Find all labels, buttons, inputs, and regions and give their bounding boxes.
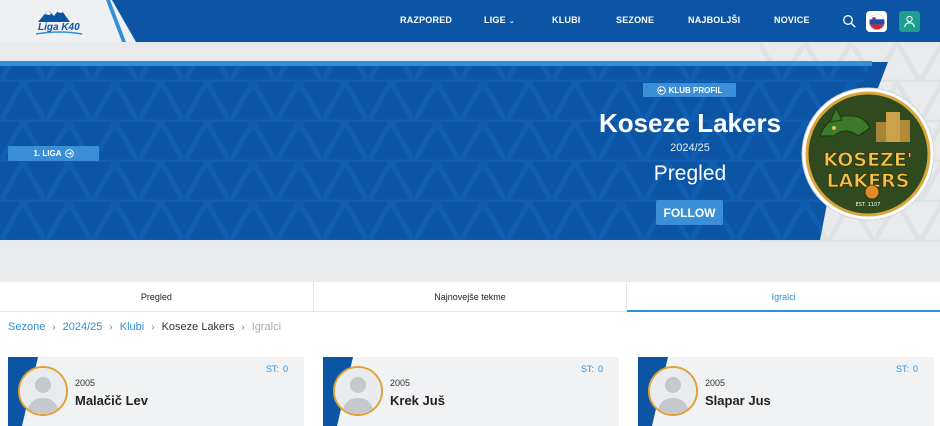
avatar-placeholder-icon <box>650 368 696 414</box>
user-account-button[interactable] <box>899 11 920 32</box>
league-badge-label: 1. LIGA <box>33 149 62 158</box>
user-icon <box>904 15 915 28</box>
breadcrumb-club[interactable]: Koseze Lakers <box>162 321 235 333</box>
player-st-value: 0 <box>597 364 603 374</box>
club-name-heading: Koseze Lakers <box>598 108 782 138</box>
chevron-right-icon: › <box>52 321 56 333</box>
hero-banner <box>0 42 940 242</box>
player-st-label: ST: <box>265 364 279 374</box>
breadcrumb: Sezone › 2024/25 › Klubi › Koseze Lakers… <box>8 320 281 334</box>
tab-najnovejse-tekme[interactable]: Najnovejše tekme <box>314 282 628 311</box>
chevron-right-icon: › <box>151 321 155 333</box>
player-name: Malačič Lev <box>75 393 148 408</box>
breadcrumb-klubi[interactable]: Klubi <box>120 321 144 333</box>
follow-button[interactable]: FOLLOW <box>656 200 723 225</box>
nav-item-razpored[interactable]: RAZPORED <box>400 15 452 25</box>
club-logo-est: EST. 1107 <box>856 202 881 208</box>
nav-item-novice[interactable]: NOVICE <box>774 15 810 25</box>
tab-bar: Pregled Najnovejše tekme Igralci <box>0 282 940 312</box>
club-logo: KOSEZE' LAKERS EST. 1107 <box>801 87 935 221</box>
nav-item-najboljsi[interactable]: NAJBOLJŠI <box>688 15 740 25</box>
tab-pregled[interactable]: Pregled <box>0 282 314 311</box>
player-card[interactable]: ST: 0 2005 Slapar Jus <box>638 357 934 426</box>
player-card[interactable]: ST: 0 2005 Malačič Lev <box>8 357 304 426</box>
club-profile-button[interactable]: KLUB PROFIL <box>643 83 736 97</box>
slovenia-flag-icon <box>868 13 885 30</box>
player-st-value: 0 <box>912 364 918 374</box>
chevron-down-icon: ⌄ <box>508 18 515 25</box>
player-st: ST: 0 <box>577 364 603 374</box>
chevron-right-icon: › <box>241 321 245 333</box>
avatar-placeholder-icon <box>20 368 66 414</box>
player-st-value: 0 <box>282 364 288 374</box>
player-st: ST: 0 <box>892 364 918 374</box>
search-icon[interactable] <box>842 14 856 28</box>
player-st-label: ST: <box>580 364 594 374</box>
nav-item-sezone[interactable]: SEZONE <box>616 15 654 25</box>
nav-item-lige-label: LIGE <box>484 15 506 25</box>
player-birth-year: 2005 <box>75 378 96 388</box>
avatar <box>18 366 68 416</box>
top-navigation-bar: Liga K40 RAZPORED LIGE ⌄ KLUBI SEZONE NAJ… <box>0 0 940 42</box>
player-name: Krek Juš <box>390 393 445 408</box>
nav-item-klubi[interactable]: KLUBI <box>552 15 581 25</box>
breadcrumb-current: Igralci <box>251 321 282 333</box>
avatar <box>333 366 383 416</box>
breadcrumb-season[interactable]: 2024/25 <box>63 321 103 333</box>
player-birth-year: 2005 <box>705 378 726 388</box>
season-label: 2024/25 <box>670 142 710 154</box>
arrow-circle-right-icon <box>64 149 74 158</box>
player-st: ST: 0 <box>262 364 288 374</box>
header-divider <box>96 0 136 42</box>
player-st-label: ST: <box>895 364 909 374</box>
logo-text: Liga K40 <box>38 22 80 33</box>
player-card[interactable]: ST: 0 2005 Krek Juš <box>323 357 619 426</box>
avatar-placeholder-icon <box>335 368 381 414</box>
section-title: Pregled <box>653 162 727 185</box>
arrow-circle-left-icon <box>656 85 666 95</box>
nav-item-lige[interactable]: LIGE ⌄ <box>484 15 515 25</box>
site-logo[interactable]: Liga K40 <box>30 4 90 38</box>
breadcrumb-sezone[interactable]: Sezone <box>8 321 45 333</box>
language-button[interactable] <box>866 11 887 32</box>
tab-igralci[interactable]: Igralci <box>627 282 940 312</box>
league-badge-button[interactable]: 1. LIGA <box>8 146 99 161</box>
player-birth-year: 2005 <box>390 378 411 388</box>
club-profile-label: KLUB PROFIL <box>668 85 723 95</box>
avatar <box>648 366 698 416</box>
player-name: Slapar Jus <box>705 393 771 408</box>
chevron-right-icon: › <box>109 321 113 333</box>
club-logo-text-line1: KOSEZE' <box>823 149 912 171</box>
